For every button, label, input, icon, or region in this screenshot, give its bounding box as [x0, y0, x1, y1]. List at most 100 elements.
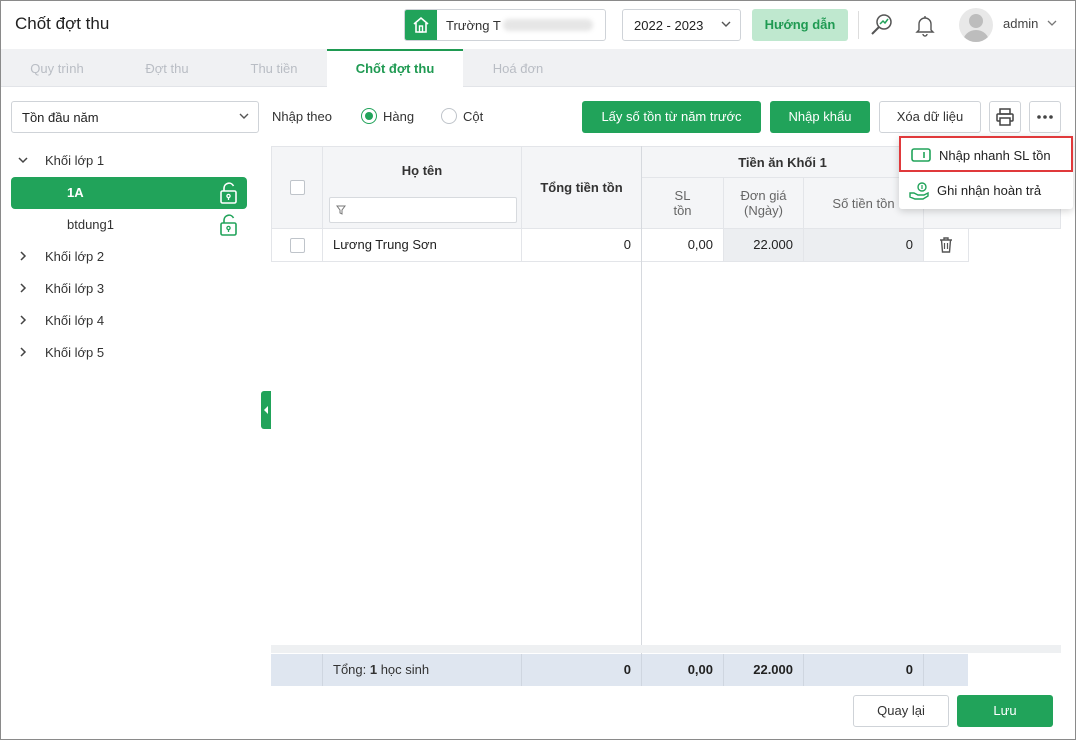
- input-by-label: Nhập theo: [272, 109, 332, 124]
- totals-count: 1: [369, 662, 378, 677]
- school-name: Trường T: [446, 18, 501, 33]
- header-group-meal: Tiền ăn Khối 1: [642, 146, 924, 178]
- school-selector[interactable]: Trường T: [404, 9, 606, 41]
- header-divider: [858, 11, 859, 39]
- radio-column[interactable]: [441, 108, 457, 124]
- horizontal-scrollbar[interactable]: [271, 645, 1061, 653]
- row-checkbox[interactable]: [289, 237, 305, 253]
- menu-refund-label: Ghi nhận hoàn trả: [937, 183, 1042, 198]
- page-title: Chốt đợt thu: [15, 14, 110, 33]
- tree-grade-1[interactable]: Khối lớp 1: [11, 145, 247, 177]
- hand-coin-icon: [909, 182, 931, 203]
- totals-label-prefix: Tổng:: [333, 662, 370, 677]
- school-year-select[interactable]: 2022 - 2023: [622, 9, 741, 41]
- col-qty-label-1: SL: [674, 188, 691, 203]
- radio-column-label[interactable]: Cột: [463, 109, 483, 124]
- tree-grade-3[interactable]: Khối lớp 3: [11, 273, 247, 305]
- print-button[interactable]: [989, 101, 1021, 133]
- menu-refund[interactable]: Ghi nhận hoàn trả: [899, 173, 1073, 209]
- menu-quick-qty-label: Nhập nhanh SL tồn: [939, 148, 1051, 163]
- more-actions-menu: Nhập nhanh SL tồn Ghi nhận hoàn trả: [899, 136, 1073, 209]
- tab-hoa-don[interactable]: Hoá đơn: [463, 49, 573, 87]
- chevron-down-icon: [238, 110, 250, 125]
- totals-label-suffix: học sinh: [377, 662, 430, 677]
- guide-button[interactable]: Hướng dẫn: [752, 9, 848, 41]
- radio-row-label[interactable]: Hàng: [383, 109, 414, 124]
- col-qty-label-2: tồn: [673, 203, 692, 218]
- header-qty: SL tồn: [642, 178, 724, 229]
- tree-class-btdung1[interactable]: btdung1: [11, 209, 247, 241]
- tree-class-1a-label: 1A: [67, 185, 84, 200]
- more-button[interactable]: [1029, 101, 1061, 133]
- chevron-right-icon[interactable]: [17, 282, 29, 297]
- toggle-input-icon: [911, 147, 931, 166]
- balance-type-value: Tồn đầu năm: [22, 110, 99, 125]
- header-name: Họ tên: [323, 146, 522, 229]
- printer-icon: [996, 108, 1014, 126]
- chevron-down-icon[interactable]: [1046, 17, 1058, 32]
- chevron-right-icon[interactable]: [17, 314, 29, 329]
- save-button[interactable]: Lưu: [957, 695, 1053, 727]
- table-row-checkbox-cell: [271, 229, 323, 262]
- clear-data-button[interactable]: Xóa dữ liệu: [879, 101, 981, 133]
- totals-empty: [271, 654, 323, 686]
- name-filter-input[interactable]: [329, 197, 517, 223]
- header-select-all: [271, 146, 323, 229]
- school-year-value: 2022 - 2023: [634, 18, 704, 33]
- bell-icon[interactable]: [910, 10, 940, 40]
- chevron-right-icon[interactable]: [17, 346, 29, 361]
- collapse-sidebar-button[interactable]: [261, 391, 271, 429]
- group-header-label: Tiền ăn Khối 1: [738, 154, 827, 170]
- get-previous-year-button[interactable]: Lấy số tồn từ năm trước: [582, 101, 761, 133]
- row-total: 0: [522, 229, 642, 262]
- col-name-label: Họ tên: [401, 163, 443, 178]
- tree-class-1a[interactable]: 1A: [11, 177, 247, 209]
- tree-grade-4[interactable]: Khối lớp 4: [11, 305, 247, 337]
- unlock-icon[interactable]: [219, 214, 239, 239]
- row-price: 22.000: [724, 229, 804, 262]
- tab-thu-tien[interactable]: Thu tiền: [221, 49, 327, 87]
- row-name: Lương Trung Sơn: [323, 229, 522, 262]
- avatar[interactable]: [959, 8, 993, 42]
- top-header: Chốt đợt thu Trường T 2022 - 2023 Hướng …: [1, 1, 1075, 49]
- tree-grade-2-label: Khối lớp 2: [45, 249, 105, 264]
- tab-dot-thu[interactable]: Đợt thu: [113, 49, 221, 87]
- col-price-label-1: Đơn giá: [740, 188, 787, 203]
- username[interactable]: admin: [1003, 16, 1038, 31]
- menu-quick-qty[interactable]: Nhập nhanh SL tồn: [899, 136, 1073, 172]
- chevron-right-icon[interactable]: [17, 250, 29, 265]
- row-qty-input[interactable]: 0,00: [642, 229, 724, 262]
- home-icon: [405, 10, 437, 40]
- unlock-icon[interactable]: [219, 182, 239, 207]
- caret-left-icon: [264, 406, 268, 414]
- chevron-down-icon: [720, 18, 732, 33]
- header-price: Đơn giá (Ngày): [724, 178, 804, 229]
- tree-grade-5[interactable]: Khối lớp 5: [11, 337, 247, 369]
- row-amount: 0: [804, 229, 924, 262]
- chevron-down-icon[interactable]: [17, 154, 29, 169]
- radio-row[interactable]: [361, 108, 377, 124]
- totals-price: 22.000: [724, 654, 804, 686]
- frozen-column-divider: [641, 146, 642, 654]
- tree-grade-1-label: Khối lớp 1: [45, 153, 105, 168]
- tab-quy-trinh[interactable]: Quy trình: [1, 49, 113, 87]
- tree-grade-4-label: Khối lớp 4: [45, 313, 105, 328]
- totals-row: Tổng: 1 học sinh 0 0,00 22.000 0: [271, 654, 968, 686]
- balance-type-select[interactable]: Tồn đầu năm: [11, 101, 259, 133]
- tree-grade-5-label: Khối lớp 5: [45, 345, 105, 360]
- select-all-checkbox[interactable]: [289, 180, 305, 195]
- tree-grade-2[interactable]: Khối lớp 2: [11, 241, 247, 273]
- totals-amount: 0: [804, 654, 924, 686]
- data-grid: Họ tên Tổng tiền tồn Tiền ăn Khối 1 SL t…: [271, 146, 1061, 686]
- back-button[interactable]: Quay lại: [853, 695, 949, 727]
- analytics-search-icon[interactable]: [867, 10, 897, 40]
- totals-total: 0: [522, 654, 642, 686]
- tree-class-btdung1-label: btdung1: [67, 217, 114, 232]
- col-amount-label: Số tiền tồn: [832, 195, 895, 211]
- import-button[interactable]: Nhập khẩu: [770, 101, 870, 133]
- col-price-label-2: (Ngày): [743, 203, 783, 218]
- row-delete-button[interactable]: [924, 229, 969, 262]
- tab-chot-dot-thu[interactable]: Chốt đợt thu: [327, 49, 463, 87]
- totals-label: Tổng: 1 học sinh: [323, 654, 522, 686]
- trash-icon: [940, 237, 952, 253]
